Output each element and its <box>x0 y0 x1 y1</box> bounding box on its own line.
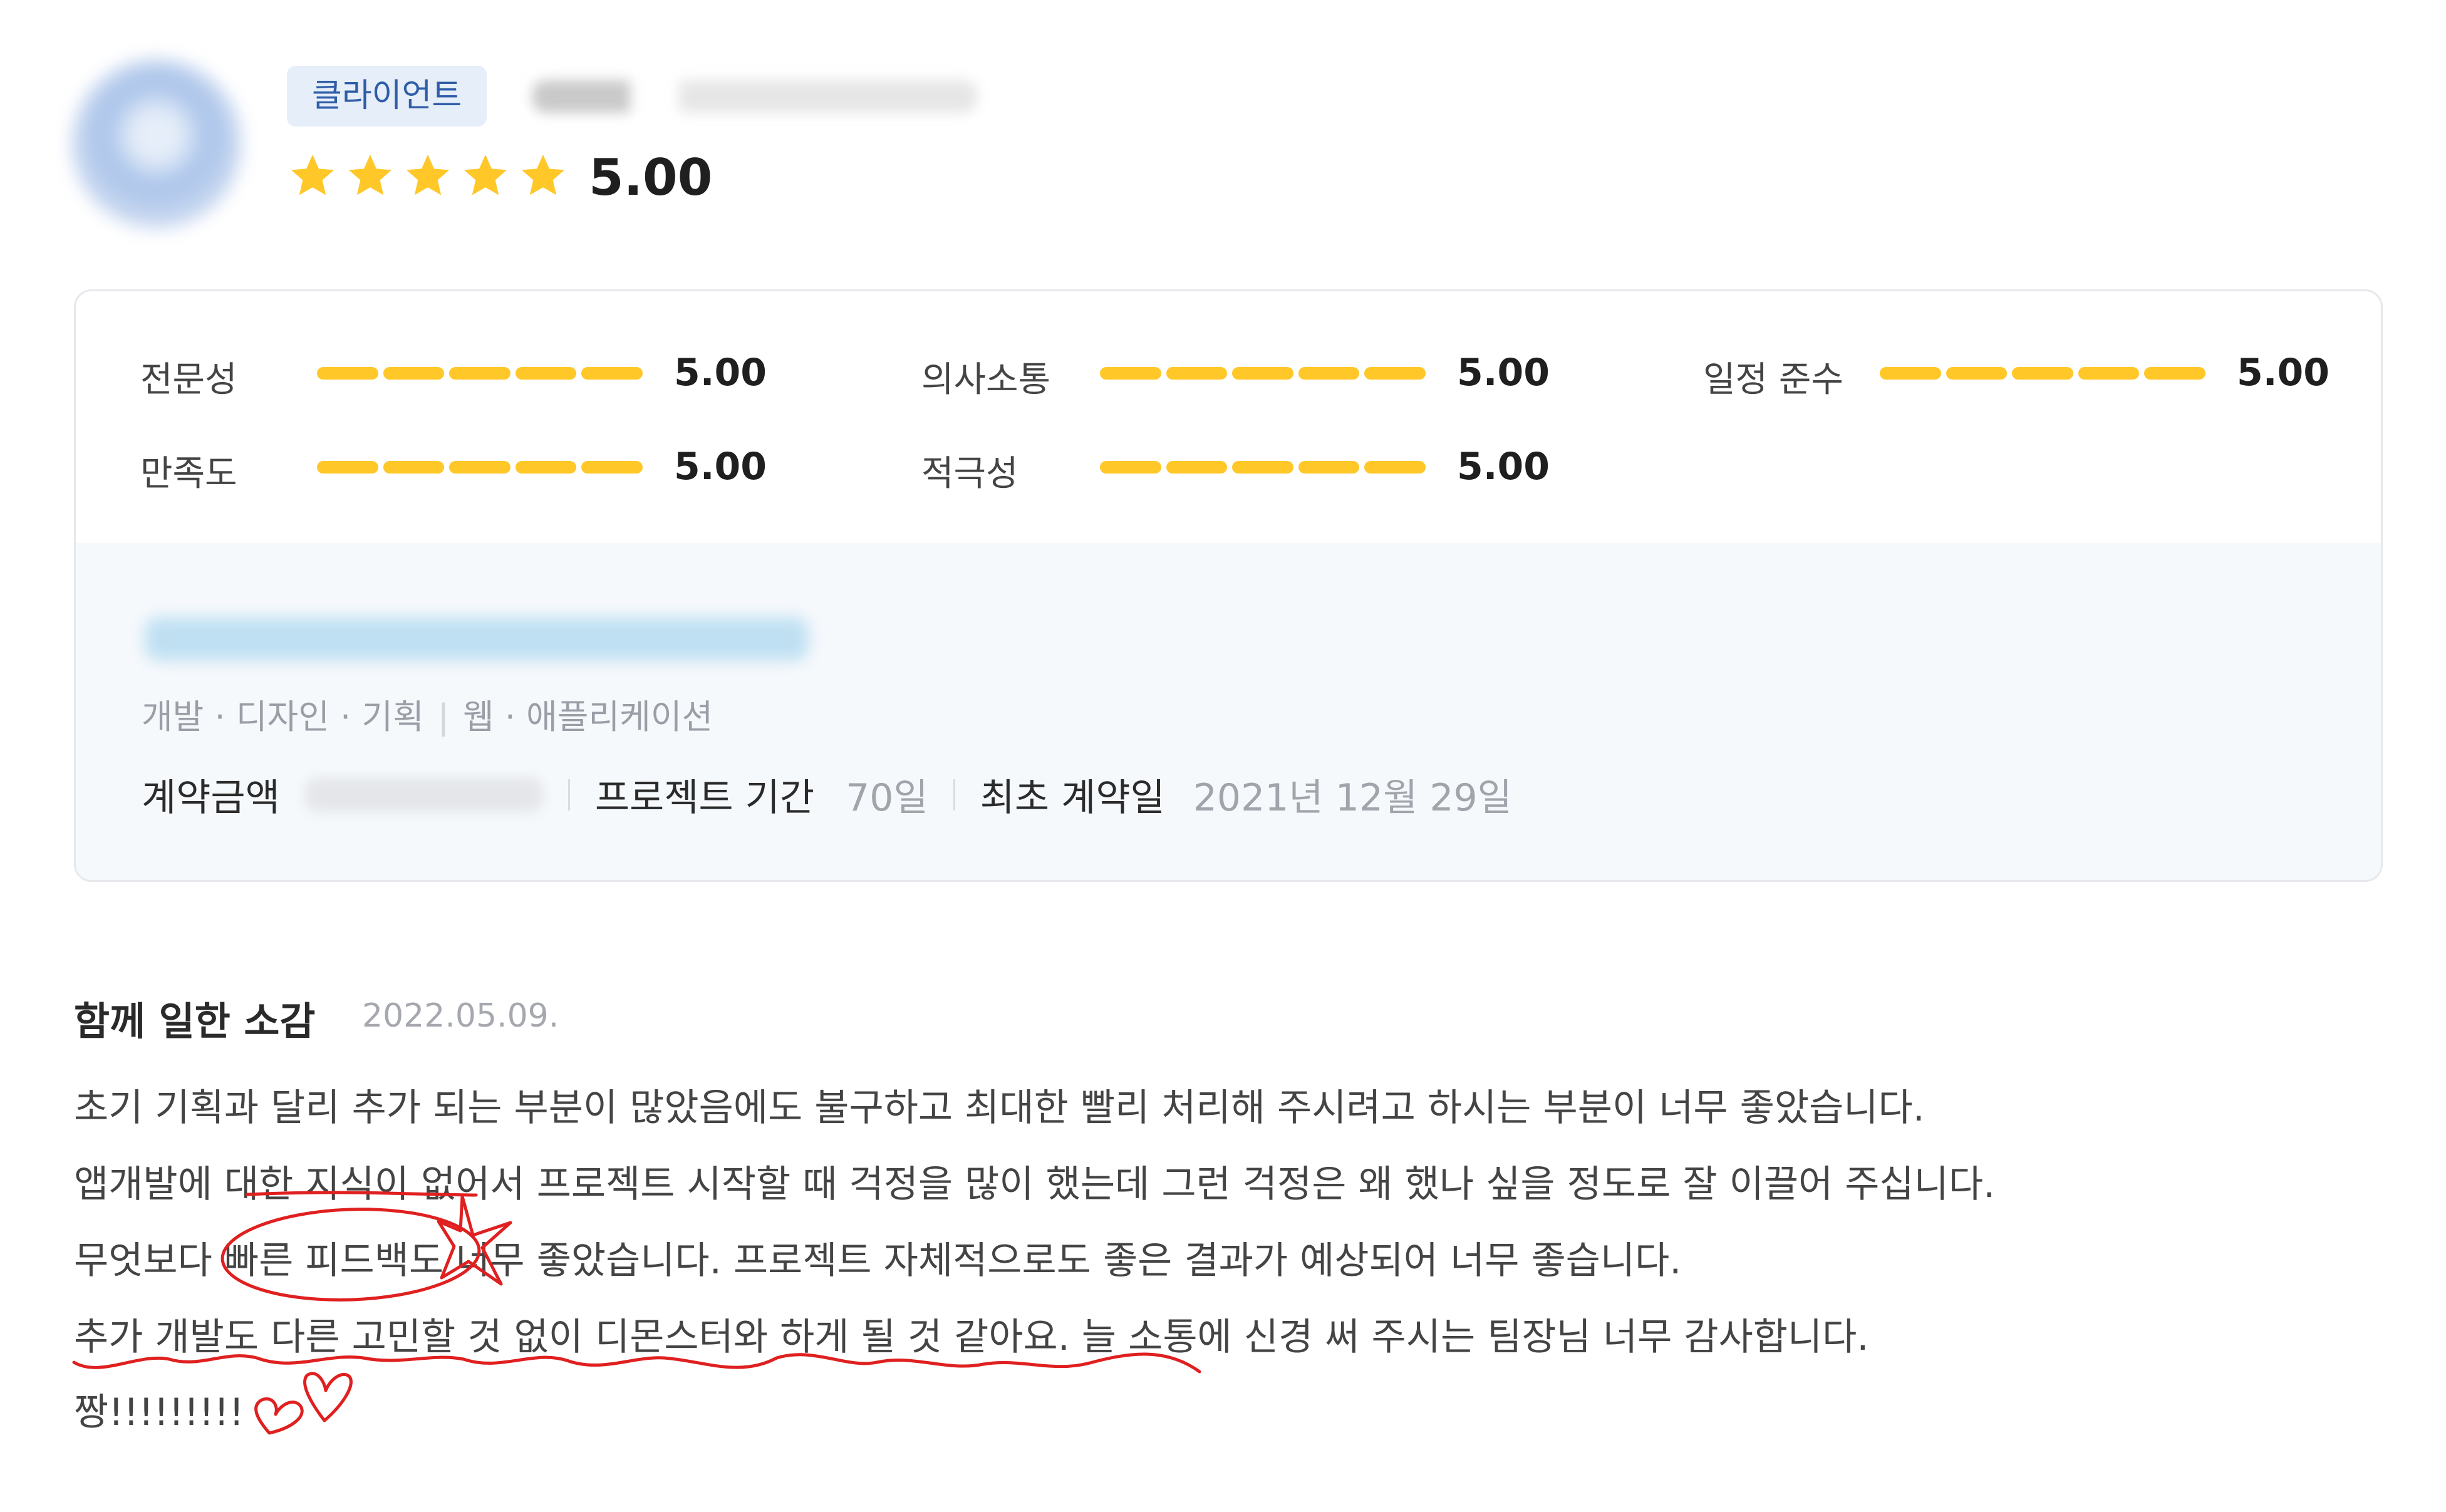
contract-amount-label: 계약금액 <box>142 776 280 820</box>
category-platform: 웹 · 애플리케이션 <box>462 697 713 737</box>
project-categories: 개발 · 디자인 · 기획 | 웹 · 애플리케이션 <box>142 689 713 738</box>
project-period-label: 프로젝트 기간 <box>594 776 815 820</box>
meta-divider <box>567 779 570 810</box>
blurred-username <box>532 80 977 113</box>
metric-label-satisfaction: 만족도 <box>140 453 237 494</box>
category-field: 개발 · 디자인 · 기획 <box>142 697 424 737</box>
review-detail-card: 전문성 5.00 의사소통 5.00 일정 준수 5.00 만족도 5.00 적… <box>74 289 2383 882</box>
metric-label-communication: 의사소통 <box>921 360 1051 400</box>
review-line: 앱개발에 대한 지식이 없어서 프로젝트 시작할 때 걱정을 많이 했는데 그런… <box>74 1162 1996 1206</box>
metric-value-communication: 5.00 <box>1457 351 1550 395</box>
metric-bar-expertise <box>317 367 643 380</box>
overall-rating: 5.00 <box>589 148 713 207</box>
metric-value-expertise: 5.00 <box>674 351 767 395</box>
first-contract-date-label: 최초 계약일 <box>980 776 1165 820</box>
review-line: 추가 개발도 다른 고민할 것 없이 디몬스터와 하게 될 것 같아요. 늘 소… <box>74 1315 1869 1359</box>
star-icon <box>406 154 450 195</box>
review-section-title: 함께 일한 소감 <box>74 998 316 1044</box>
metric-bar-satisfaction <box>317 461 643 474</box>
role-badge: 클라이언트 <box>287 66 487 127</box>
review-line: 초기 기획과 달리 추가 되는 부분이 많았음에도 불구하고 최대한 빨리 처리… <box>74 1086 1925 1130</box>
metric-bar-communication <box>1100 367 1426 380</box>
review-line: 무엇보다 빠른 피드백도 너무 좋았습니다. 프로젝트 자체적으로도 좋은 결과… <box>74 1239 1682 1283</box>
avatar <box>72 60 241 229</box>
metric-value-proactiveness: 5.00 <box>1457 445 1550 489</box>
meta-divider <box>953 779 955 810</box>
rating-stars <box>287 150 569 207</box>
review-line: 짱!!!!!!!!! <box>74 1390 244 1434</box>
project-period-value: 70일 <box>846 776 928 820</box>
blurred-contract-amount <box>304 777 543 812</box>
star-icon <box>291 154 334 195</box>
metric-bar-proactiveness <box>1100 461 1426 474</box>
heart-icon <box>303 1372 353 1422</box>
metric-value-satisfaction: 5.00 <box>674 445 767 489</box>
first-contract-date-value: 2021년 12월 29일 <box>1193 776 1512 820</box>
metric-bar-schedule <box>1880 367 2205 380</box>
metric-label-proactiveness: 적극성 <box>921 453 1018 494</box>
heart-icon <box>254 1397 304 1435</box>
review-date: 2022.05.09. <box>362 997 559 1035</box>
project-meta-row: 계약금액 프로젝트 기간 70일 최초 계약일 2021년 12월 29일 <box>142 767 1512 822</box>
star-icon <box>348 154 392 195</box>
metric-label-schedule: 일정 준수 <box>1703 360 1843 400</box>
metric-label-expertise: 전문성 <box>140 360 237 400</box>
category-divider: | <box>437 697 449 737</box>
star-icon <box>464 154 507 195</box>
blurred-project-title[interactable] <box>145 617 809 661</box>
star-icon <box>521 154 565 195</box>
metric-value-schedule: 5.00 <box>2237 351 2330 395</box>
